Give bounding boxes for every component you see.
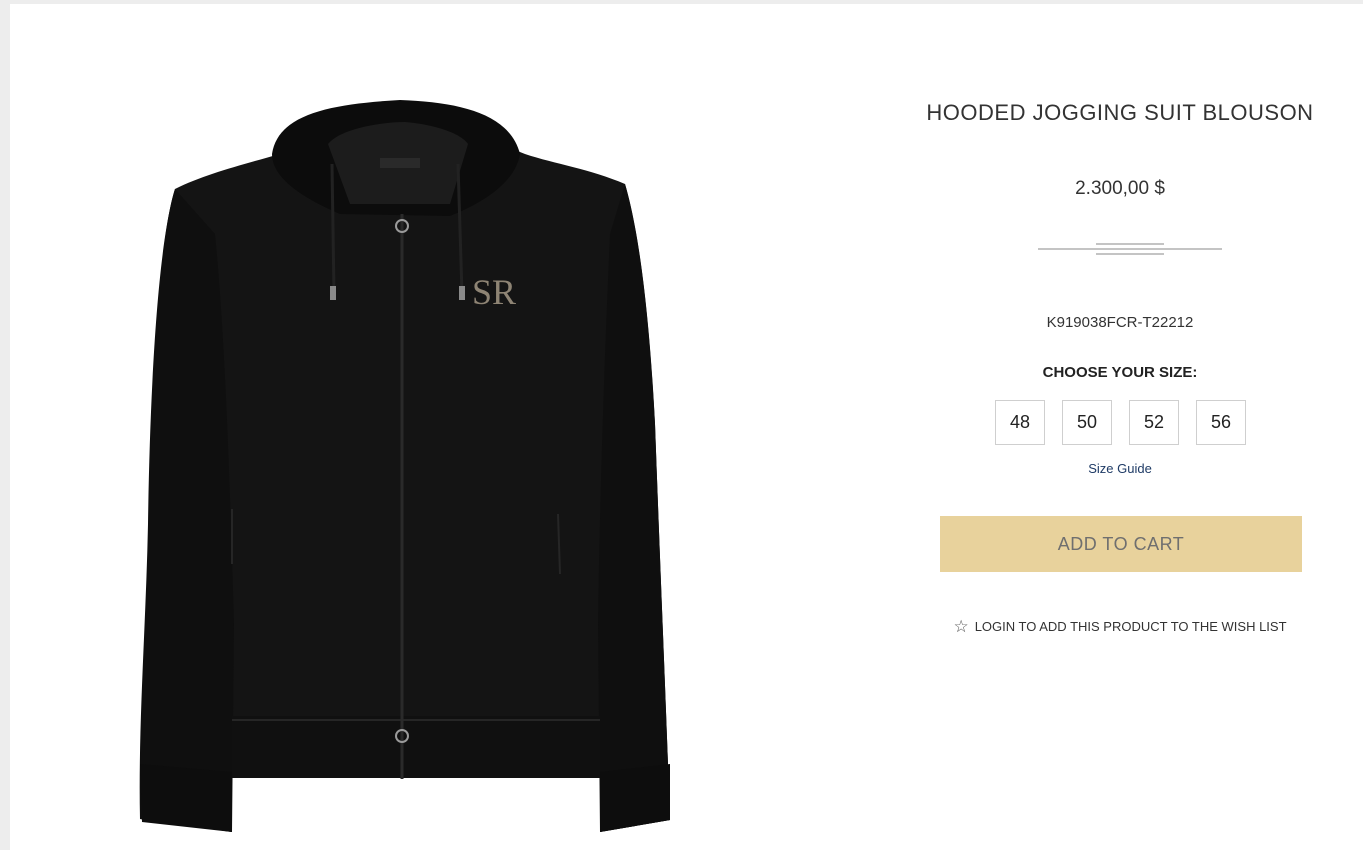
ornament-divider — [1038, 243, 1222, 255]
add-to-cart-button[interactable]: ADD TO CART — [940, 516, 1302, 572]
product-page: SR HOODED JOGGING SUIT BLOUSON 2.300,00 … — [10, 4, 1363, 850]
size-option-50[interactable]: 50 — [1062, 400, 1112, 445]
size-option-52[interactable]: 52 — [1129, 400, 1179, 445]
size-heading: CHOOSE YOUR SIZE: — [1042, 364, 1198, 381]
size-options: 48 50 52 56 — [995, 400, 1246, 445]
wishlist-link[interactable]: ☆ LOGIN TO ADD THIS PRODUCT TO THE WISH … — [910, 618, 1330, 635]
product-image[interactable]: SR — [10, 4, 830, 850]
brand-logo: SR — [472, 272, 516, 312]
size-option-48[interactable]: 48 — [995, 400, 1045, 445]
wishlist-label: LOGIN TO ADD THIS PRODUCT TO THE WISH LI… — [974, 619, 1287, 634]
product-sku: K919038FCR-T22212 — [1046, 314, 1194, 331]
product-price: 2.300,00 $ — [1075, 178, 1165, 199]
size-option-56[interactable]: 56 — [1196, 400, 1246, 445]
size-guide-link[interactable]: Size Guide — [910, 461, 1330, 476]
product-title: HOODED JOGGING SUIT BLOUSON — [926, 100, 1314, 125]
star-outline-icon: ☆ — [953, 617, 969, 636]
